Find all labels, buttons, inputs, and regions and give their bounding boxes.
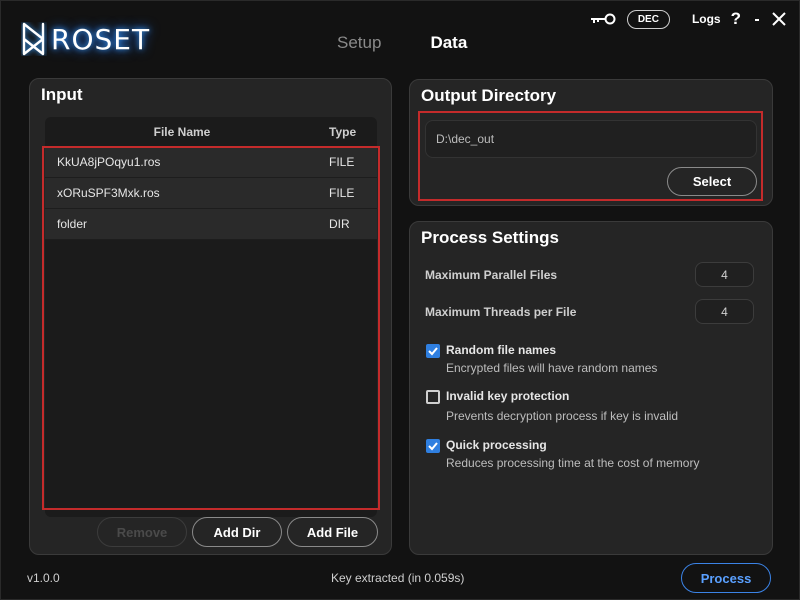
invalid-key-protection-label: Invalid key protection [446, 389, 570, 403]
random-file-names-checkbox[interactable] [426, 344, 440, 358]
output-directory-panel: Output Directory D:\dec_out Select [409, 79, 773, 206]
max-parallel-files-label: Maximum Parallel Files [425, 268, 558, 282]
app-name: ROSET [51, 22, 151, 56]
output-path-field[interactable]: D:\dec_out [425, 120, 757, 158]
help-button[interactable]: ? [731, 9, 741, 29]
tab-data[interactable]: Data [430, 33, 467, 53]
file-row[interactable]: xORuSPF3Mxk.ros FILE [45, 178, 377, 209]
file-row[interactable]: folder DIR [45, 209, 377, 240]
top-controls: DEC Logs ? [589, 9, 787, 29]
file-name-cell: folder [57, 217, 88, 231]
max-parallel-files-input[interactable]: 4 [695, 262, 754, 287]
key-icon[interactable] [589, 11, 617, 27]
random-file-names-label: Random file names [446, 343, 557, 357]
max-threads-input[interactable]: 4 [695, 299, 754, 324]
file-name-cell: KkUA8jPOqyu1.ros [57, 155, 161, 169]
column-header-type[interactable]: Type [319, 125, 377, 139]
mode-toggle-button[interactable]: DEC [626, 9, 670, 29]
input-panel-title: Input [41, 85, 83, 104]
remove-button[interactable]: Remove [97, 517, 187, 547]
file-type-cell: FILE [329, 186, 355, 200]
close-button[interactable] [771, 11, 787, 27]
quick-processing-description: Reduces processing time at the cost of m… [446, 456, 700, 470]
minimize-button[interactable] [755, 11, 771, 27]
select-button[interactable]: Select [667, 167, 757, 196]
process-button[interactable]: Process [681, 563, 771, 593]
add-dir-button[interactable]: Add Dir [192, 517, 282, 547]
minimize-icon [755, 19, 759, 21]
file-table: File Name Type KkUA8jPOqyu1.ros FILE xOR… [45, 117, 377, 517]
app-window: ROSET Setup Data DEC Logs ? Input File N… [0, 0, 800, 600]
quick-processing-label: Quick processing [446, 438, 547, 452]
file-row[interactable]: KkUA8jPOqyu1.ros FILE [45, 147, 377, 178]
quick-processing-checkbox[interactable] [426, 439, 440, 453]
app-logo: ROSET [21, 21, 150, 57]
settings-panel-title: Process Settings [421, 228, 559, 247]
file-name-cell: xORuSPF3Mxk.ros [57, 186, 160, 200]
output-panel-title: Output Directory [421, 86, 557, 105]
add-file-button[interactable]: Add File [287, 517, 378, 547]
tab-setup[interactable]: Setup [337, 33, 381, 53]
max-threads-label: Maximum Threads per File [425, 305, 577, 319]
column-header-file-name[interactable]: File Name [45, 125, 319, 139]
file-type-cell: FILE [329, 155, 355, 169]
status-text: Key extracted (in 0.059s) [331, 571, 465, 585]
file-type-cell: DIR [329, 217, 350, 231]
nav-tabs: Setup Data [337, 33, 467, 53]
roset-logo-icon [22, 22, 45, 56]
process-settings-panel: Process Settings Maximum Parallel Files … [409, 221, 773, 555]
random-file-names-description: Encrypted files will have random names [446, 361, 658, 375]
file-table-header: File Name Type [45, 117, 377, 147]
logs-button[interactable]: Logs [692, 12, 721, 26]
checkmark-icon [428, 347, 438, 356]
checkmark-icon [428, 442, 438, 451]
close-icon [772, 12, 786, 26]
invalid-key-protection-description: Prevents decryption process if key is in… [446, 409, 679, 423]
input-panel: Input File Name Type KkUA8jPOqyu1.ros FI… [29, 78, 392, 555]
invalid-key-protection-checkbox[interactable] [426, 390, 440, 404]
version-label: v1.0.0 [27, 571, 60, 585]
